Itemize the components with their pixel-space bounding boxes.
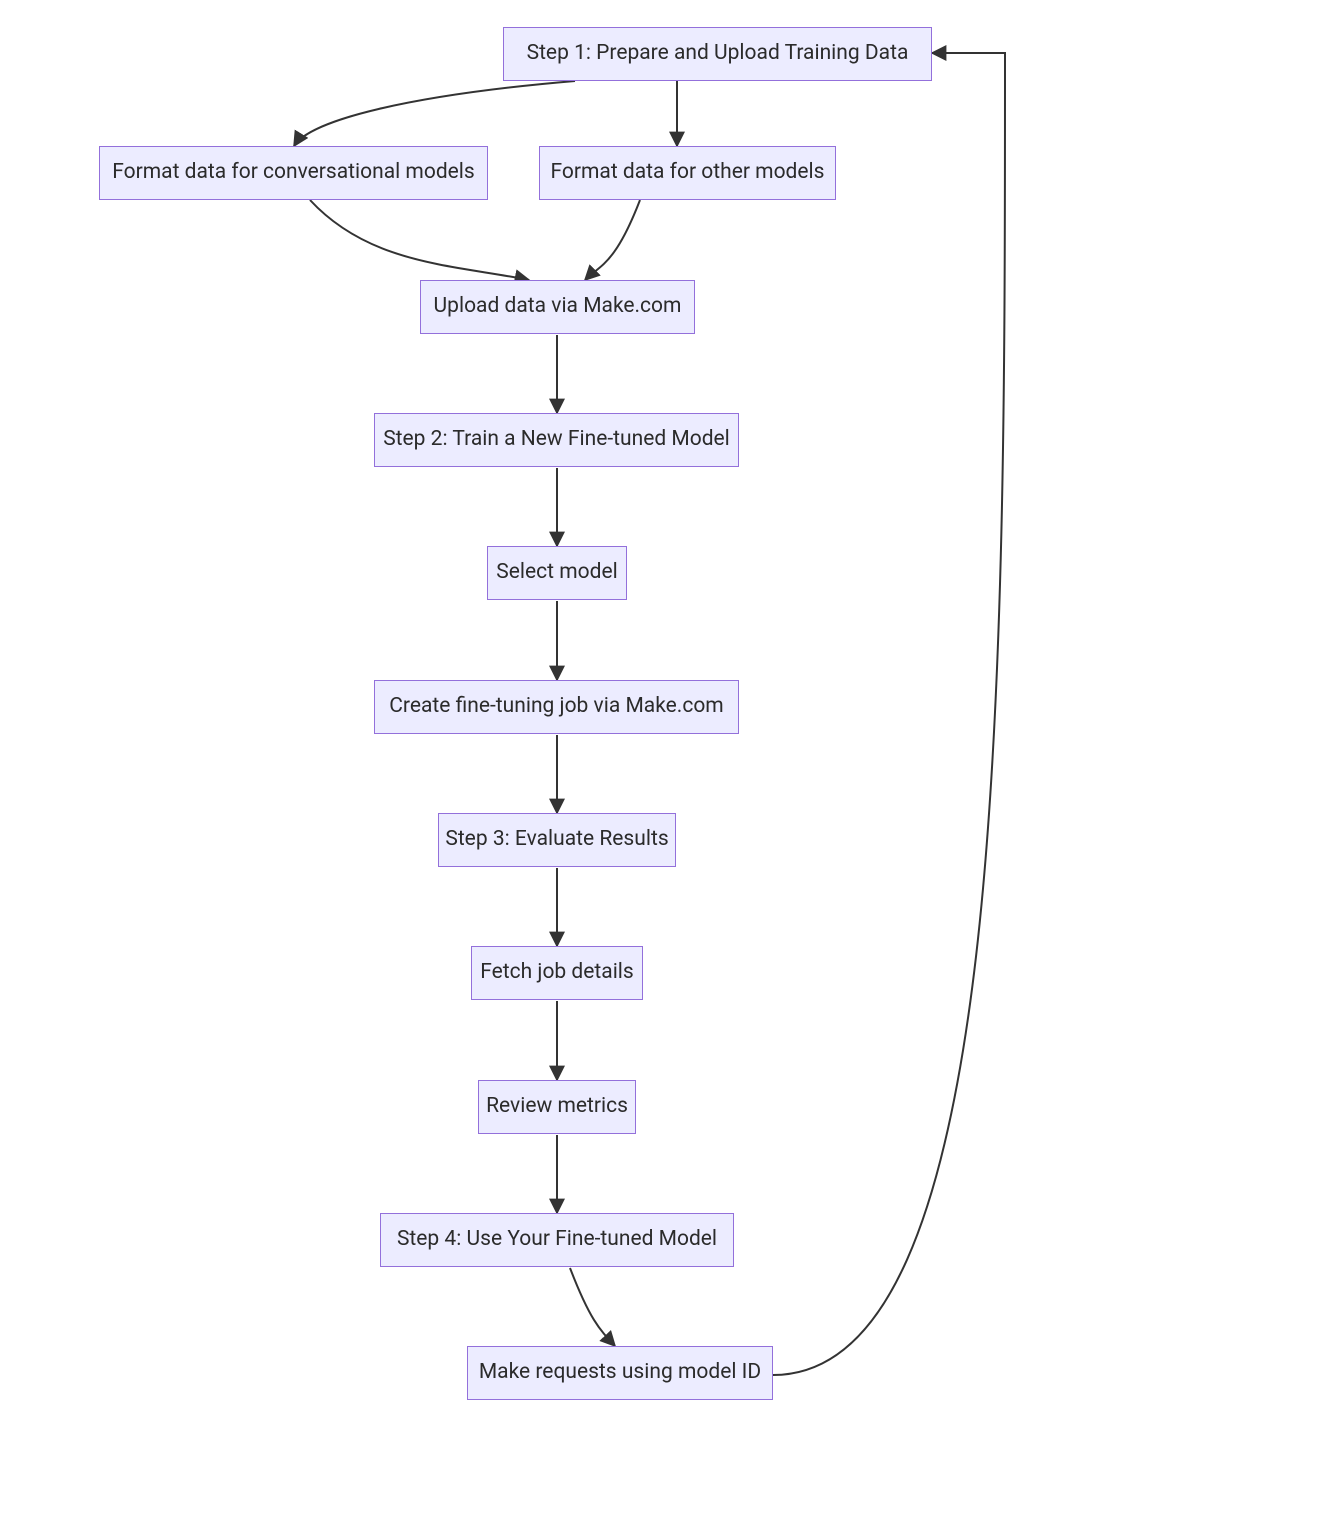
node-label: Format data for conversational models: [112, 159, 475, 186]
node-label: Step 3: Evaluate Results: [445, 826, 668, 853]
flowchart-canvas: Step 1: Prepare and Upload Training Data…: [0, 0, 1331, 1536]
node-fetch-details: Fetch job details: [471, 946, 643, 1000]
node-make-requests: Make requests using model ID: [467, 1346, 773, 1400]
node-label: Upload data via Make.com: [434, 293, 682, 320]
node-create-job: Create fine-tuning job via Make.com: [374, 680, 739, 734]
node-label: Select model: [496, 559, 617, 586]
node-label: Step 1: Prepare and Upload Training Data: [527, 40, 909, 67]
node-format-conversational: Format data for conversational models: [99, 146, 488, 200]
node-label: Step 2: Train a New Fine-tuned Model: [383, 426, 730, 453]
node-label: Review metrics: [486, 1093, 628, 1120]
node-step2: Step 2: Train a New Fine-tuned Model: [374, 413, 739, 467]
node-review-metrics: Review metrics: [478, 1080, 636, 1134]
node-label: Create fine-tuning job via Make.com: [389, 693, 723, 720]
node-step4: Step 4: Use Your Fine-tuned Model: [380, 1213, 734, 1267]
node-upload: Upload data via Make.com: [420, 280, 695, 334]
node-step1: Step 1: Prepare and Upload Training Data: [503, 27, 932, 81]
node-label: Step 4: Use Your Fine-tuned Model: [397, 1226, 717, 1253]
node-label: Format data for other models: [551, 159, 825, 186]
node-step3: Step 3: Evaluate Results: [438, 813, 676, 867]
flowchart-edges: [0, 0, 1331, 1536]
node-label: Fetch job details: [480, 959, 634, 986]
node-label: Make requests using model ID: [479, 1359, 761, 1386]
node-format-other: Format data for other models: [539, 146, 836, 200]
node-select-model: Select model: [487, 546, 627, 600]
